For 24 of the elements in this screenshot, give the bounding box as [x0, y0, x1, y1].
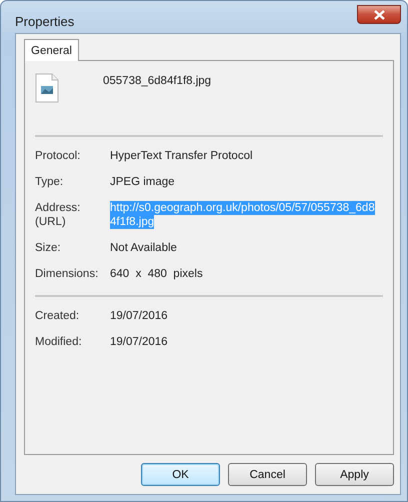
property-value: 19/07/2016: [110, 335, 168, 349]
close-button[interactable]: [357, 5, 401, 24]
image-file-icon: [35, 73, 59, 103]
property-value: HyperText Transfer Protocol: [110, 149, 253, 163]
property-value: 19/07/2016: [110, 309, 168, 323]
selected-value-text: 4f1f8.jpg: [110, 215, 154, 229]
file-name: 055738_6d84f1f8.jpg: [103, 75, 212, 89]
property-label: Modified:: [35, 335, 83, 349]
property-value: 640 x 480 pixels: [110, 267, 203, 281]
dialog-button[interactable]: OK: [141, 463, 220, 486]
dialog-button[interactable]: Cancel: [228, 463, 307, 486]
property-label: Type:: [35, 175, 64, 189]
selected-value-text: http://s0.geograph.org.uk/photos/05/57/055738_6d8: [110, 201, 375, 215]
window-title: Properties: [15, 14, 74, 29]
property-value: Not Available: [110, 241, 177, 255]
property-label: Created:: [35, 309, 80, 323]
property-label: Dimensions:: [35, 267, 100, 281]
tab[interactable]: General: [24, 39, 79, 61]
property-value: JPEG image: [110, 175, 175, 189]
property-label: Protocol:: [35, 149, 82, 163]
property-label: Address: (URL): [35, 201, 82, 229]
dialog-button[interactable]: Apply: [315, 463, 394, 486]
property-label: Size:: [35, 241, 62, 255]
close-icon: [374, 10, 384, 20]
